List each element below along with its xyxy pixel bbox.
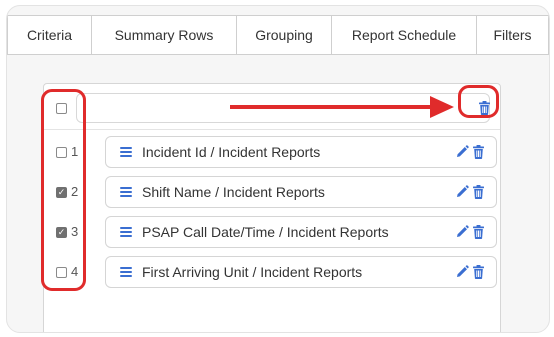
delete-button-highlight <box>458 85 499 118</box>
row-label: First Arriving Unit / Incident Reports <box>142 264 363 280</box>
tab-report-schedule[interactable]: Report Schedule <box>332 15 477 55</box>
pencil-icon[interactable] <box>455 265 469 279</box>
pencil-icon[interactable] <box>455 225 469 239</box>
report-editor-window: Criteria Summary Rows Grouping Report Sc… <box>6 5 550 333</box>
menu-icon[interactable] <box>120 187 132 197</box>
tab-criteria[interactable]: Criteria <box>7 15 92 55</box>
divider <box>44 129 500 130</box>
list-item[interactable]: Shift Name / Incident Reports <box>105 176 497 208</box>
arrow-right-icon <box>230 96 454 118</box>
trash-icon[interactable] <box>473 185 484 199</box>
trash-icon[interactable] <box>473 225 484 239</box>
tab-grouping[interactable]: Grouping <box>237 15 332 55</box>
trash-icon[interactable] <box>473 265 484 279</box>
pencil-icon[interactable] <box>455 145 469 159</box>
checkbox-column-highlight <box>41 89 86 291</box>
tab-summary-rows[interactable]: Summary Rows <box>92 15 237 55</box>
criteria-panel: 1 Incident Id / Incident Reports ✓ 2 Shi… <box>43 83 501 332</box>
row-label: Incident Id / Incident Reports <box>142 144 321 160</box>
list-item[interactable]: PSAP Call Date/Time / Incident Reports <box>105 216 497 248</box>
list-item[interactable]: First Arriving Unit / Incident Reports <box>105 256 497 288</box>
pencil-icon[interactable] <box>455 185 469 199</box>
menu-icon[interactable] <box>120 147 132 157</box>
trash-icon[interactable] <box>473 145 484 159</box>
row-label: Shift Name / Incident Reports <box>142 184 325 200</box>
tab-filters[interactable]: Filters <box>477 15 549 55</box>
row-label: PSAP Call Date/Time / Incident Reports <box>142 224 389 240</box>
menu-icon[interactable] <box>120 227 132 237</box>
menu-icon[interactable] <box>120 267 132 277</box>
tab-bar: Criteria Summary Rows Grouping Report Sc… <box>7 15 549 55</box>
list-item[interactable]: Incident Id / Incident Reports <box>105 136 497 168</box>
